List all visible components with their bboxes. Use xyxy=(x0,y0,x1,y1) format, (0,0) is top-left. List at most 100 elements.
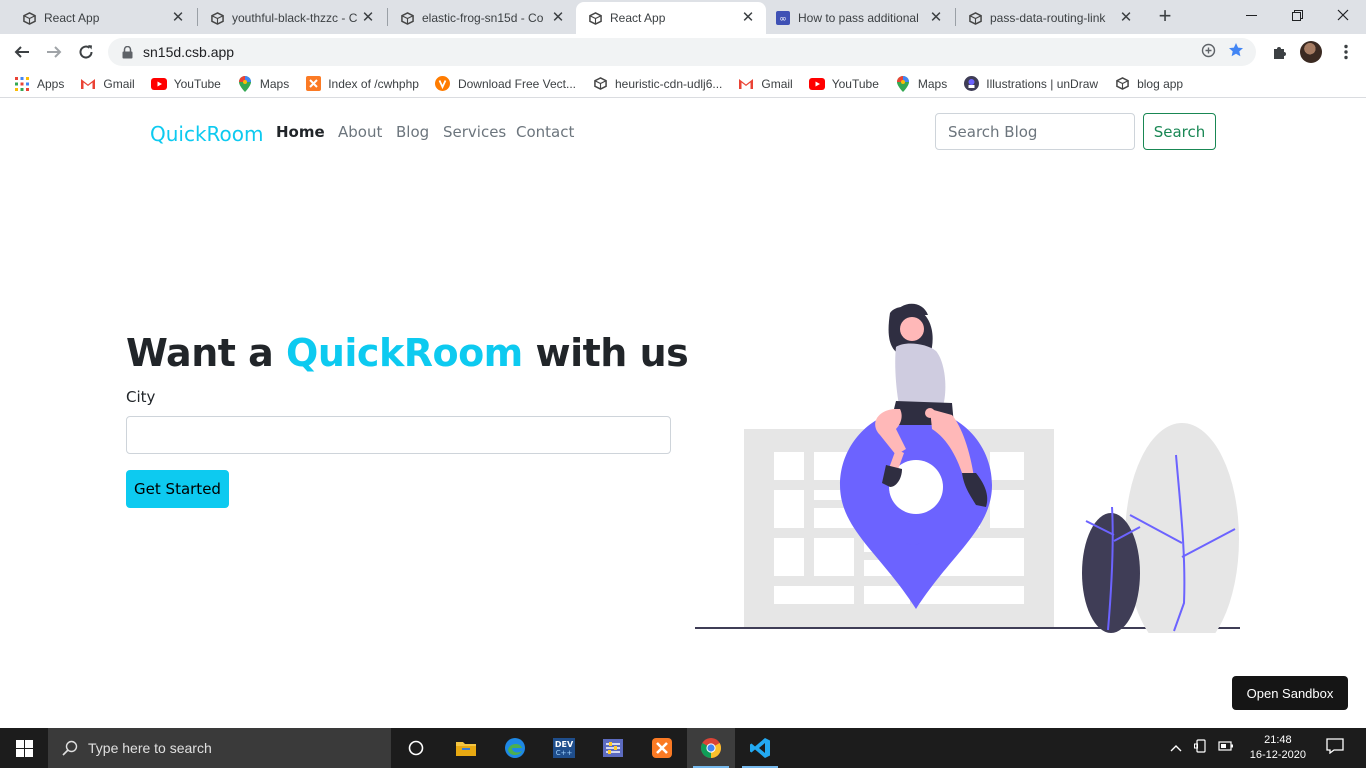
edge-app[interactable] xyxy=(491,728,539,768)
pin-location-dot xyxy=(901,521,925,545)
battery-icon[interactable] xyxy=(1218,739,1234,757)
close-icon[interactable]: ✕ xyxy=(360,10,376,26)
city-label: City xyxy=(126,388,156,406)
bookmark-item[interactable]: YouTube xyxy=(150,76,221,92)
device-icon[interactable] xyxy=(1193,738,1208,758)
chrome-app[interactable] xyxy=(687,728,735,768)
close-icon[interactable]: ✕ xyxy=(1118,10,1134,26)
browser-tab-strip: React App ✕ youthful-black-thzzc - C ✕ e… xyxy=(0,0,1366,34)
search-input[interactable] xyxy=(935,113,1135,150)
bookmark-item[interactable]: Maps xyxy=(237,75,289,92)
dev-cpp-app[interactable]: DEV C++ xyxy=(540,728,588,768)
folder-icon xyxy=(456,742,476,756)
browser-tab[interactable]: elastic-frog-sn15d - Co ✕ xyxy=(388,2,576,34)
browser-tab[interactable]: youthful-black-thzzc - C ✕ xyxy=(198,2,386,34)
open-sandbox-button[interactable]: Open Sandbox xyxy=(1232,676,1348,710)
bookmark-item[interactable]: heuristic-cdn-udlj6... xyxy=(592,76,722,92)
close-icon[interactable]: ✕ xyxy=(170,10,186,26)
bookmark-item[interactable]: YouTube xyxy=(808,76,879,92)
bookmark-label: Index of /cwhphp xyxy=(328,76,419,91)
nav-link-home[interactable]: Home xyxy=(276,123,325,141)
menu-button[interactable] xyxy=(1333,39,1359,65)
restore-button[interactable] xyxy=(1274,0,1320,30)
codesandbox-icon xyxy=(592,76,608,92)
browser-tab[interactable]: ∞ How to pass additional ✕ xyxy=(766,2,954,34)
start-button[interactable] xyxy=(0,728,48,768)
svg-text:∞: ∞ xyxy=(779,15,787,25)
extensions-button[interactable] xyxy=(1267,39,1293,65)
reload-button[interactable] xyxy=(73,39,99,65)
notifications-icon[interactable] xyxy=(1326,737,1344,759)
maps-icon xyxy=(237,75,253,92)
hero-heading-prefix: Want a xyxy=(126,331,287,375)
back-button[interactable] xyxy=(9,39,35,65)
bookmarks-bar: Apps Gmail YouTube Maps Index of /cwhphp… xyxy=(0,70,1366,98)
get-started-button[interactable]: Get Started xyxy=(126,470,229,508)
clock-time: 21:48 xyxy=(1264,734,1292,746)
codesandbox-icon xyxy=(968,11,982,25)
hero-heading-accent: QuickRoom xyxy=(286,331,523,375)
bookmark-item[interactable]: Download Free Vect... xyxy=(435,76,576,92)
pale-plant xyxy=(1125,423,1239,633)
codesandbox-icon xyxy=(400,11,414,25)
bookmark-item[interactable]: Illustrations | unDraw xyxy=(963,76,1098,92)
browser-tab[interactable]: pass-data-routing-link ✕ xyxy=(956,2,1144,34)
vscode-app[interactable] xyxy=(736,728,784,768)
bookmark-label: Illustrations | unDraw xyxy=(986,76,1099,91)
page-viewport: QuickRoom Home About Blog Services Conta… xyxy=(0,103,1366,728)
close-icon[interactable]: ✕ xyxy=(550,10,566,26)
undraw-icon xyxy=(963,76,979,92)
bookmark-item[interactable]: Maps xyxy=(895,75,948,92)
url-text: sn15d.csb.app xyxy=(143,44,235,60)
xampp-app[interactable] xyxy=(638,728,686,768)
nav-link-contact[interactable]: Contact xyxy=(516,123,574,141)
bookmark-star-icon[interactable] xyxy=(1228,42,1244,61)
nav-link-services[interactable]: Services xyxy=(443,123,506,141)
minimize-button[interactable] xyxy=(1228,0,1274,30)
close-icon[interactable]: ✕ xyxy=(928,10,944,26)
browser-toolbar: sn15d.csb.app xyxy=(0,34,1366,70)
zoom-icon[interactable] xyxy=(1201,43,1216,61)
chevron-up-icon[interactable] xyxy=(1170,739,1182,757)
hero-illustration xyxy=(695,303,1240,633)
browser-tab[interactable]: React App ✕ xyxy=(0,2,196,34)
bookmark-item[interactable]: blog app xyxy=(1114,76,1183,92)
bookmark-item[interactable]: Apps xyxy=(14,76,64,92)
bookmark-label: YouTube xyxy=(173,76,221,91)
bookmark-label: YouTube xyxy=(831,76,879,91)
site-navbar: QuickRoom Home About Blog Services Conta… xyxy=(0,103,1366,161)
city-input[interactable] xyxy=(126,416,671,454)
bookmark-label: Maps xyxy=(917,76,948,91)
close-window-button[interactable] xyxy=(1320,0,1366,30)
system-tray: 21:48 16-12-2020 xyxy=(1170,728,1366,768)
youtube-icon xyxy=(150,76,167,92)
lock-icon xyxy=(122,45,133,59)
brand-logo[interactable]: QuickRoom xyxy=(150,122,264,146)
new-tab-button[interactable]: + xyxy=(1154,5,1176,28)
xampp-control-app[interactable] xyxy=(589,728,637,768)
profile-avatar[interactable] xyxy=(1300,41,1322,63)
maps-icon xyxy=(895,75,911,92)
nav-link-blog[interactable]: Blog xyxy=(396,123,429,141)
search-button[interactable]: Search xyxy=(1143,113,1216,150)
system-clock[interactable]: 21:48 16-12-2020 xyxy=(1250,733,1306,763)
tab-title: React App xyxy=(610,11,666,25)
bookmark-item[interactable]: Index of /cwhphp xyxy=(305,76,419,92)
close-icon[interactable]: ✕ xyxy=(740,10,756,26)
control-panel-icon xyxy=(603,739,623,757)
bookmark-item[interactable]: Gmail xyxy=(738,76,793,92)
bookmark-label: Gmail xyxy=(761,76,793,91)
vecteezy-icon xyxy=(435,76,451,92)
windows-taskbar: Type here to search DEV C++ 21:48 16-12-2… xyxy=(0,728,1366,768)
forward-button[interactable] xyxy=(41,39,67,65)
nav-link-about[interactable]: About xyxy=(338,123,382,141)
bookmark-item[interactable]: Gmail xyxy=(80,76,135,92)
taskbar-search-box[interactable]: Type here to search xyxy=(48,728,391,768)
address-bar[interactable]: sn15d.csb.app xyxy=(108,38,1256,66)
browser-tab-active[interactable]: React App ✕ xyxy=(576,2,766,34)
file-explorer-app[interactable] xyxy=(442,728,490,768)
youtube-icon xyxy=(808,76,825,92)
bookmark-label: Gmail xyxy=(103,76,135,91)
task-view-button[interactable] xyxy=(392,728,440,768)
apps-grid-icon xyxy=(14,76,30,92)
